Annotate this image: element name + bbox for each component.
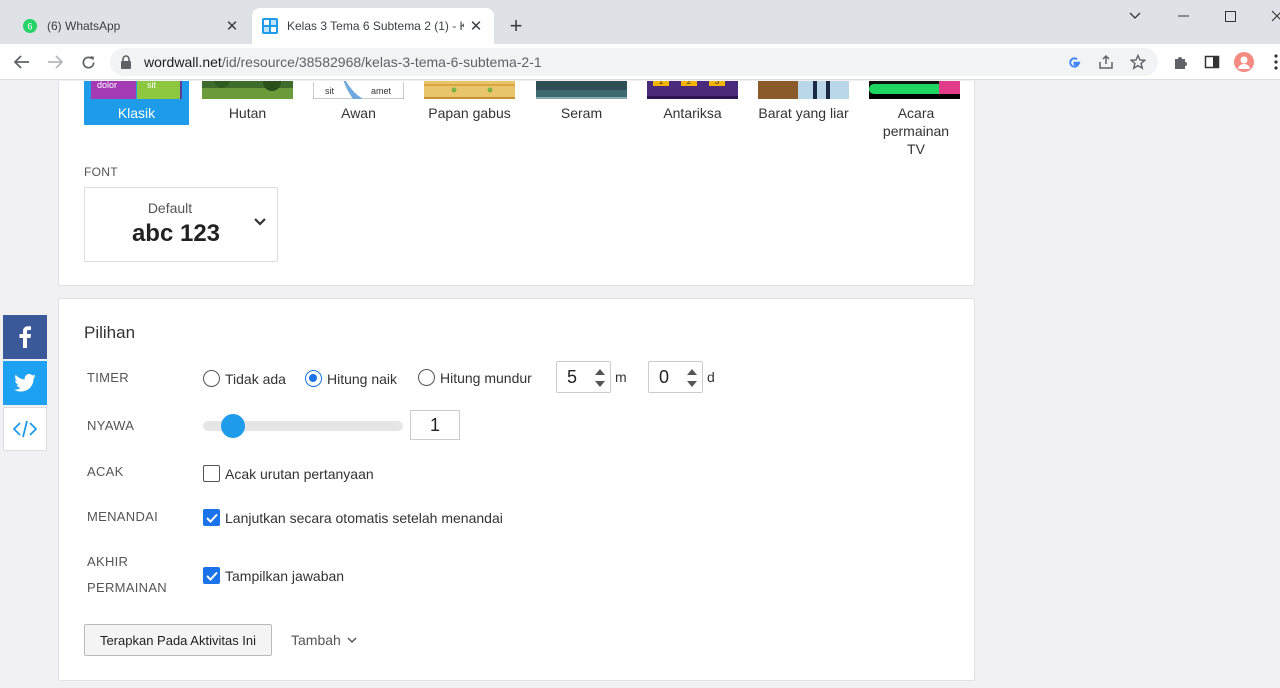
theme-label: Antariksa: [663, 105, 722, 121]
page-viewport: dolor sit Klasik Hutan sit amet Awan Pap…: [0, 81, 1280, 688]
timer-none-radio[interactable]: Tidak ada: [203, 370, 286, 387]
lives-label: NYAWA: [87, 418, 135, 433]
tab-title: Kelas 3 Tema 6 Subtema 2 (1) - K: [287, 19, 464, 33]
shuffle-label: ACAK: [87, 464, 124, 479]
theme-label: Klasik: [117, 105, 156, 121]
close-tab-icon[interactable]: ✕: [464, 14, 488, 38]
minutes-unit: m: [615, 369, 627, 385]
font-section-label: FONT: [84, 165, 118, 179]
close-window-icon[interactable]: [1254, 0, 1280, 32]
share-icon[interactable]: [1097, 53, 1115, 71]
google-icon[interactable]: [1065, 53, 1083, 71]
svg-text:amet: amet: [371, 86, 392, 96]
facebook-icon: [19, 326, 31, 348]
theme-thumbnail: [536, 81, 627, 99]
url-text: wordwall.net/id/resource/38582968/kelas-…: [144, 54, 542, 70]
checkmark-icon: [205, 571, 218, 581]
radio-circle: [418, 369, 435, 386]
menu-icon[interactable]: [1266, 52, 1280, 72]
minimize-icon[interactable]: [1160, 0, 1206, 32]
theme-thumbnail: erom: [758, 81, 849, 99]
checkbox-box-checked: [203, 509, 220, 526]
checkmark-icon: [205, 513, 218, 523]
svg-text:sit: sit: [147, 81, 156, 90]
theme-font-card: dolor sit Klasik Hutan sit amet Awan Pap…: [58, 81, 975, 286]
stepper-arrows-icon[interactable]: [593, 366, 607, 390]
extensions-icon[interactable]: [1170, 52, 1190, 72]
checkbox-box: [203, 465, 220, 482]
radio-circle-selected: [305, 370, 322, 387]
show-answers-checkbox[interactable]: Tampilkan jawaban: [203, 567, 344, 584]
forward-icon[interactable]: [42, 49, 68, 75]
browser-toolbar: wordwall.net/id/resource/38582968/kelas-…: [0, 44, 1280, 80]
embed-button[interactable]: [3, 407, 47, 451]
theme-thumbnail: sit amet: [313, 81, 404, 99]
back-icon[interactable]: [9, 49, 35, 75]
options-heading: Pilihan: [84, 323, 136, 342]
whatsapp-icon: 6: [23, 19, 37, 33]
lives-slider-handle[interactable]: [221, 414, 245, 438]
theme-label: Awan: [341, 105, 376, 121]
theme-thumbnail: dolor sit: [91, 81, 182, 99]
twitter-icon: [14, 374, 36, 392]
profile-avatar[interactable]: [1234, 52, 1254, 72]
font-sample: abc 123: [131, 220, 221, 247]
theme-label: Papan gabus: [428, 105, 511, 121]
stepper-arrows-icon[interactable]: [685, 366, 699, 390]
apply-to-activity-button[interactable]: Terapkan Pada Aktivitas Ini: [84, 624, 272, 656]
timer-count-down-radio[interactable]: Hitung mundur: [418, 369, 532, 386]
wordwall-icon: [262, 18, 278, 34]
theme-label: Hutan: [228, 105, 267, 121]
maximize-icon[interactable]: [1207, 0, 1253, 32]
chevron-down-icon: [347, 636, 357, 643]
embed-icon: [13, 420, 37, 438]
svg-text:3: 3: [715, 81, 720, 86]
svg-text:dolor: dolor: [97, 81, 117, 90]
seconds-unit: d: [707, 369, 715, 385]
side-panel-icon[interactable]: [1202, 52, 1222, 72]
address-bar[interactable]: wordwall.net/id/resource/38582968/kelas-…: [110, 48, 1158, 76]
theme-thumbnail: [202, 81, 293, 99]
timer-minutes-stepper[interactable]: 5: [556, 361, 611, 393]
theme-thumbnail: 1 2 3: [647, 81, 738, 99]
svg-text:2: 2: [687, 81, 692, 86]
more-dropdown[interactable]: Tambah: [291, 632, 357, 648]
tab-title: (6) WhatsApp: [47, 19, 121, 33]
marking-label: MENANDAI: [87, 509, 159, 524]
facebook-share-button[interactable]: [3, 315, 47, 359]
chevron-down-icon: [254, 218, 266, 226]
new-tab-icon[interactable]: +: [503, 14, 529, 40]
theme-thumbnail: [424, 81, 515, 99]
font-selector[interactable]: Default abc 123: [84, 187, 278, 262]
end-game-label: AKHIR PERMAINAN: [87, 554, 167, 595]
theme-label: Barat yang liar: [758, 105, 849, 121]
svg-text:1: 1: [659, 81, 664, 86]
svg-text:6: 6: [27, 22, 32, 32]
browser-tab-bar: 6 (6) WhatsApp ✕ Kelas 3 Tema 6 Subtema …: [0, 0, 1280, 44]
reload-icon[interactable]: [75, 49, 101, 75]
bookmark-star-icon[interactable]: [1129, 53, 1147, 71]
lock-icon: [121, 55, 131, 69]
tab-whatsapp[interactable]: 6 (6) WhatsApp ✕: [8, 8, 250, 44]
timer-label: TIMER: [87, 370, 129, 385]
theme-label: Acara permainan TV: [882, 105, 950, 157]
auto-continue-checkbox[interactable]: Lanjutkan secara otomatis setelah menand…: [203, 509, 503, 526]
tab-search-icon[interactable]: [1112, 0, 1158, 32]
svg-text:sit: sit: [325, 86, 334, 96]
shuffle-questions-checkbox[interactable]: Acak urutan pertanyaan: [203, 465, 374, 482]
close-tab-icon[interactable]: ✕: [220, 14, 244, 38]
tab-wordwall[interactable]: Kelas 3 Tema 6 Subtema 2 (1) - K ✕: [252, 8, 494, 44]
theme-thumbnail: [869, 81, 960, 99]
timer-count-up-radio[interactable]: Hitung naik: [305, 370, 397, 387]
checkbox-box-checked: [203, 567, 220, 584]
theme-label: Seram: [560, 105, 603, 121]
timer-seconds-stepper[interactable]: 0: [648, 361, 703, 393]
options-card: Pilihan TIMER Tidak ada Hitung naik Hitu…: [58, 298, 975, 681]
lives-value[interactable]: 1: [410, 410, 460, 440]
twitter-share-button[interactable]: [3, 361, 47, 405]
font-name: Default: [147, 200, 193, 216]
radio-circle: [203, 370, 220, 387]
